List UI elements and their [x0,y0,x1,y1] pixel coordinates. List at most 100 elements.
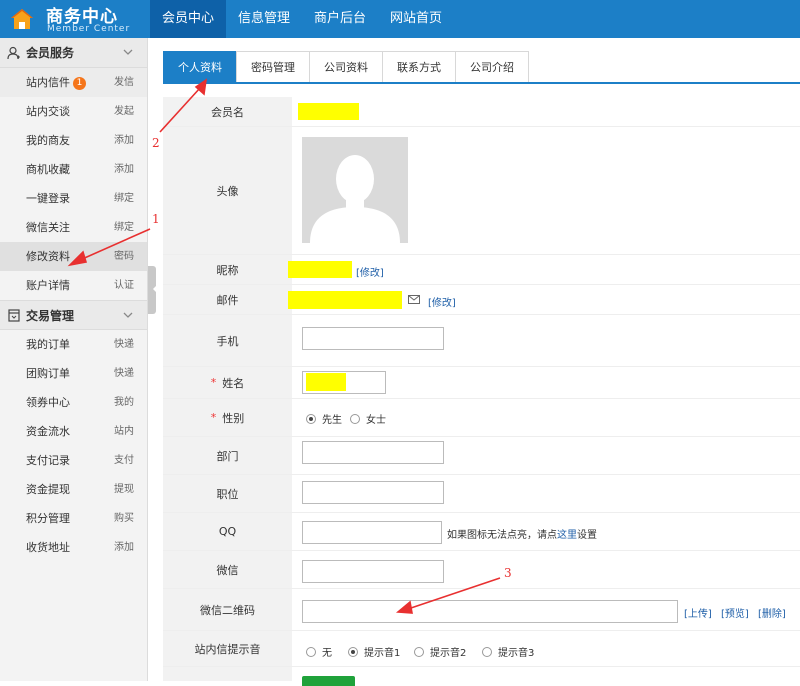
row-gender: * 性别 先生 女士 [163,399,800,437]
edit-nickname-link[interactable]: [修改] [356,264,384,279]
sidebar-item-action[interactable]: 绑定 [114,213,134,242]
tab-password[interactable]: 密码管理 [236,51,310,82]
qq-input[interactable] [302,521,442,544]
sidebar-item-points[interactable]: 积分管理 购买 [0,504,147,533]
sidebar-item-messages[interactable]: 站内信件 1 发信 [0,68,147,97]
qq-hint: 如果图标无法点亮，请点这里设置 [447,530,597,541]
sidebar-item-address[interactable]: 收货地址 添加 [0,533,147,562]
sidebar-item-label: 收货地址 [26,541,70,554]
sidebar-item-action[interactable]: 快递 [114,359,134,388]
wechat-input[interactable] [302,560,444,583]
department-input[interactable] [302,441,444,464]
realname-input[interactable] [302,371,386,394]
sidebar-item-coupons[interactable]: 领券中心 我的 [0,388,147,417]
sidebar-item-action[interactable]: 添加 [114,533,134,562]
top-nav: 会员中心 信息管理 商户后台 网站首页 [150,0,454,38]
field-label: 部门 [163,437,292,474]
gender-female-radio[interactable]: 女士 [350,411,386,426]
sidebar-item-action[interactable]: 快递 [114,330,134,359]
field-label: 昵称 [163,255,292,284]
avatar-image[interactable] [302,137,408,243]
sidebar-item-favorites[interactable]: 商机收藏 添加 [0,155,147,184]
sidebar-item-friends[interactable]: 我的商友 添加 [0,126,147,155]
row-wechat-qr: 微信二维码 [上传] [预览] [删除] [163,589,800,631]
radio-circle [348,646,358,657]
upload-link[interactable]: [上传] [684,605,712,620]
redacted-member-name [298,103,359,120]
tab-company-info[interactable]: 公司资料 [309,51,383,82]
submit-button[interactable] [302,676,355,686]
sidebar-item-chat[interactable]: 站内交谈 发起 [0,97,147,126]
sidebar-collapse-handle[interactable] [148,266,156,314]
radio-circle [350,413,360,424]
sidebar-item-my-orders[interactable]: 我的订单 快递 [0,330,147,359]
sidebar-item-oneclick-login[interactable]: 一键登录 绑定 [0,184,147,213]
sidebar-item-action[interactable]: 支付 [114,446,134,475]
profile-tabs: 个人资料 密码管理 公司资料 联系方式 公司介绍 [163,51,800,84]
sidebar-item-edit-profile[interactable]: 修改资料 密码 [0,242,147,271]
tab-personal-info[interactable]: 个人资料 [163,51,237,82]
radio-circle [306,413,316,424]
sidebar-item-payments[interactable]: 支付记录 支付 [0,446,147,475]
sidebar-group-trade[interactable]: 交易管理 [0,300,147,330]
sidebar-item-account[interactable]: 账户详情 认证 [0,271,147,300]
field-label: QQ [163,513,292,550]
sidebar-item-action[interactable]: 添加 [114,155,134,184]
wechat-qr-input[interactable] [302,600,678,623]
logo[interactable]: 商务中心 Member Center [0,0,150,38]
sidebar-item-label: 支付记录 [26,454,70,467]
annotation-2: 2 [152,136,160,150]
sidebar-item-label: 一键登录 [26,192,70,205]
user-icon [7,46,20,59]
sidebar-item-action[interactable]: 发信 [114,68,134,97]
sound-3-radio[interactable]: 提示音3 [482,644,534,659]
sidebar-item-withdraw[interactable]: 资金提现 提现 [0,475,147,504]
preview-link[interactable]: [预览] [721,605,749,620]
sidebar-item-label: 微信关注 [26,221,70,234]
position-input[interactable] [302,481,444,504]
qq-setup-link[interactable]: 这里 [557,530,577,541]
sidebar-item-group-orders[interactable]: 团购订单 快递 [0,359,147,388]
row-mobile: 手机 [163,315,800,367]
sidebar-item-action[interactable]: 购买 [114,504,134,533]
edit-email-link[interactable]: [修改] [428,294,456,309]
nav-site-home[interactable]: 网站首页 [378,0,454,38]
sidebar-item-cash-flow[interactable]: 资金流水 站内 [0,417,147,446]
mobile-input[interactable] [302,327,444,350]
row-department: 部门 [163,437,800,475]
sidebar-item-action[interactable]: 提现 [114,475,134,504]
nav-merchant-backend[interactable]: 商户后台 [302,0,378,38]
field-label: 站内信提示音 [163,631,292,666]
gender-male-radio[interactable]: 先生 [306,411,342,426]
nav-info-management[interactable]: 信息管理 [226,0,302,38]
sidebar-item-action[interactable]: 绑定 [114,184,134,213]
sidebar-group-member-service[interactable]: 会员服务 [0,38,147,68]
delete-link[interactable]: [删除] [758,605,786,620]
tab-company-intro[interactable]: 公司介绍 [455,51,529,82]
field-label: 会员名 [163,97,292,126]
row-email: 邮件 [修改] [163,285,800,315]
sound-none-radio[interactable]: 无 [306,644,332,659]
sidebar-item-action[interactable]: 密码 [114,242,134,271]
nav-member-center[interactable]: 会员中心 [150,0,227,38]
field-label: 手机 [163,315,292,366]
sound-2-radio[interactable]: 提示音2 [414,644,466,659]
tab-contact[interactable]: 联系方式 [382,51,456,82]
sidebar-item-action[interactable]: 添加 [114,126,134,155]
top-bar: 商务中心 Member Center 会员中心 信息管理 商户后台 网站首页 [0,0,800,38]
sound-1-radio[interactable]: 提示音1 [348,644,400,659]
sidebar-item-action[interactable]: 发起 [114,97,134,126]
sidebar-item-action[interactable]: 我的 [114,388,134,417]
field-label: 微信 [163,551,292,588]
redacted-nickname [288,261,352,278]
sidebar-item-wechat-follow[interactable]: 微信关注 绑定 [0,213,147,242]
sidebar-item-label: 账户详情 [26,279,70,292]
sidebar-item-action[interactable]: 认证 [114,271,134,300]
field-label [163,667,292,681]
sidebar-item-action[interactable]: 站内 [114,417,134,446]
row-position: 职位 [163,475,800,513]
unread-badge: 1 [73,77,86,90]
sidebar-item-label: 站内信件 [26,76,70,89]
home-icon [11,9,33,29]
chevron-down-icon [123,49,133,55]
